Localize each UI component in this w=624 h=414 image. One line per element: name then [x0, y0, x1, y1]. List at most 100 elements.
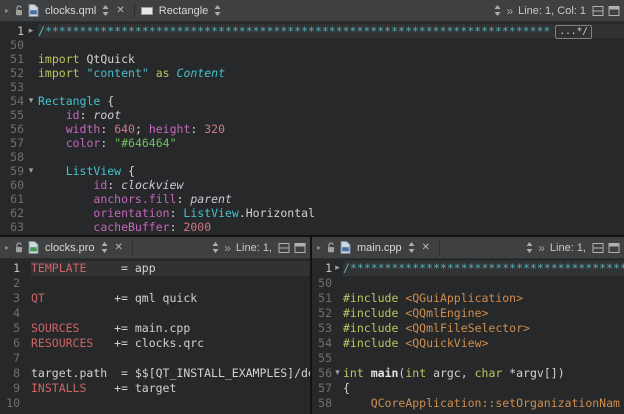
document-combo-arrows-icon[interactable] — [101, 242, 108, 253]
open-document-name[interactable]: clocks.pro — [43, 242, 97, 254]
code-token — [343, 396, 371, 410]
lock-open-icon[interactable] — [14, 5, 24, 17]
toolbar-combo-arrows-icon[interactable] — [212, 242, 219, 253]
code-line[interactable]: SOURCES += main.cpp — [31, 321, 310, 336]
document-combo-arrows-icon[interactable] — [408, 242, 415, 253]
split-editor-icon[interactable] — [592, 5, 604, 17]
code-token: : — [100, 122, 114, 136]
code-line[interactable] — [38, 38, 624, 52]
code-line[interactable]: anchors.fill: parent — [38, 192, 624, 206]
code-line[interactable]: import "content" as Content — [38, 66, 624, 80]
code-line[interactable] — [343, 276, 624, 291]
split-editor-icon[interactable] — [278, 242, 290, 254]
code-line[interactable]: TEMPLATE = app — [31, 261, 310, 276]
code-line[interactable]: ListView { — [38, 164, 624, 178]
code-line[interactable] — [343, 351, 624, 366]
toolbar-overflow-icon[interactable]: » — [505, 4, 514, 18]
code-line[interactable]: int main(int argc, char *argv[]) — [343, 366, 624, 381]
symbol-selector[interactable]: Rectangle — [157, 5, 211, 17]
code-line[interactable]: QT += qml quick — [31, 291, 310, 306]
cursor-position[interactable]: Line: 1, — [550, 242, 588, 254]
code-line[interactable] — [38, 150, 624, 164]
gutter-line: 53 — [312, 321, 343, 336]
code-area[interactable]: /***************************************… — [343, 261, 624, 414]
open-document-name[interactable]: main.cpp — [355, 242, 404, 254]
code-area[interactable]: TEMPLATE = app QT += qml quick SOURCES += … — [31, 261, 310, 414]
cursor-position[interactable]: Line: 1, — [236, 242, 274, 254]
line-number: 52 — [0, 66, 24, 80]
code-token: += main.cpp — [79, 321, 190, 335]
code-line[interactable]: import QtQuick — [38, 52, 624, 66]
toolbar-overflow-icon[interactable]: » — [223, 241, 232, 255]
fold-marker-icon[interactable]: ▸ — [332, 261, 343, 276]
code-token: argc, — [426, 366, 474, 380]
code-line[interactable]: #include <QQmlEngine> — [343, 306, 624, 321]
close-document-button[interactable]: ✕ — [419, 242, 433, 253]
code-line[interactable]: { — [343, 381, 624, 396]
fold-marker-icon[interactable]: ▾ — [24, 164, 38, 178]
fold-column — [24, 220, 38, 234]
folded-comment-box[interactable]: ...*/ — [555, 25, 592, 39]
code-line[interactable] — [31, 276, 310, 291]
gutter-line: 9 — [0, 381, 31, 396]
code-line[interactable]: color: "#646464" — [38, 136, 624, 150]
code-line[interactable]: id: clockview — [38, 178, 624, 192]
lock-open-icon[interactable] — [14, 242, 24, 254]
close-split-icon[interactable] — [608, 242, 620, 254]
gutter-line: 50 — [0, 38, 38, 52]
toolbar-combo-arrows-icon[interactable] — [526, 242, 533, 253]
fold-marker-icon[interactable]: ▾ — [332, 366, 343, 381]
code-line[interactable] — [38, 80, 624, 94]
open-document-name[interactable]: clocks.qml — [43, 5, 98, 17]
line-number: 54 — [312, 336, 332, 351]
code-token: target.path = $$[QT_INSTALL_EXAMPLES]/de… — [31, 366, 310, 380]
gutter-line: 1 — [0, 261, 31, 276]
close-split-icon[interactable] — [294, 242, 306, 254]
code-line[interactable]: #include <QQmlFileSelector> — [343, 321, 624, 336]
toolbar-combo-arrows-icon[interactable] — [494, 5, 501, 16]
code-token: <QQuickView> — [405, 336, 488, 350]
line-number: 58 — [312, 396, 332, 411]
code-line[interactable]: QCoreApplication::setOrganizationNam — [343, 396, 624, 411]
code-line[interactable] — [31, 351, 310, 366]
code-line[interactable]: #include <QGuiApplication> — [343, 291, 624, 306]
line-number: 52 — [312, 306, 332, 321]
gutter-line: 63 — [0, 220, 38, 234]
editor-pane-top: ▸ clocks.qml ✕ Rectangle » Line: 1, Col:… — [0, 0, 624, 237]
gutter-line: 60 — [0, 178, 38, 192]
code-token: : — [170, 206, 184, 220]
code-line[interactable]: target.path = $$[QT_INSTALL_EXAMPLES]/de… — [31, 366, 310, 381]
code-area[interactable]: /***************************************… — [38, 24, 624, 235]
code-line[interactable]: orientation: ListView.Horizontal — [38, 206, 624, 220]
code-line[interactable]: id: root — [38, 108, 624, 122]
split-editor-icon[interactable] — [592, 242, 604, 254]
code-line[interactable]: width: 640; height: 320 — [38, 122, 624, 136]
code-line[interactable]: /***************************************… — [343, 261, 624, 276]
gutter-line: 59▾ — [0, 164, 38, 178]
code-line[interactable]: #include <QQuickView> — [343, 336, 624, 351]
code-line[interactable]: Rectangle { — [38, 94, 624, 108]
code-line[interactable]: RESOURCES += clocks.qrc — [31, 336, 310, 351]
close-document-button[interactable]: ✕ — [112, 242, 126, 253]
line-number: 9 — [0, 381, 20, 396]
code-token — [38, 192, 93, 206]
code-line[interactable] — [31, 306, 310, 321]
cursor-position[interactable]: Line: 1, Col: 1 — [518, 5, 588, 17]
code-editor: 12345678910 TEMPLATE = appQT += qml quic… — [0, 259, 310, 414]
document-combo-arrows-icon[interactable] — [102, 5, 109, 16]
code-line[interactable] — [31, 396, 310, 411]
code-token: { — [100, 94, 114, 108]
code-line[interactable]: INSTALLS += target — [31, 381, 310, 396]
editor-pane-bottom-left: ▸ clocks.pro ✕ » Line: 1, 12345678910 TE… — [0, 237, 312, 414]
code-token: 2000 — [183, 220, 211, 234]
code-line[interactable]: /***************************************… — [38, 24, 624, 38]
close-document-button[interactable]: ✕ — [113, 5, 127, 16]
code-line[interactable]: cacheBuffer: 2000 — [38, 220, 624, 234]
fold-column — [20, 351, 31, 366]
lock-open-icon[interactable] — [326, 242, 336, 254]
toolbar-overflow-icon[interactable]: » — [537, 241, 546, 255]
close-split-icon[interactable] — [608, 5, 620, 17]
symbol-combo-arrows-icon[interactable] — [214, 5, 221, 16]
fold-marker-icon[interactable]: ▾ — [24, 94, 38, 108]
fold-marker-icon[interactable]: ▸ — [24, 24, 38, 38]
